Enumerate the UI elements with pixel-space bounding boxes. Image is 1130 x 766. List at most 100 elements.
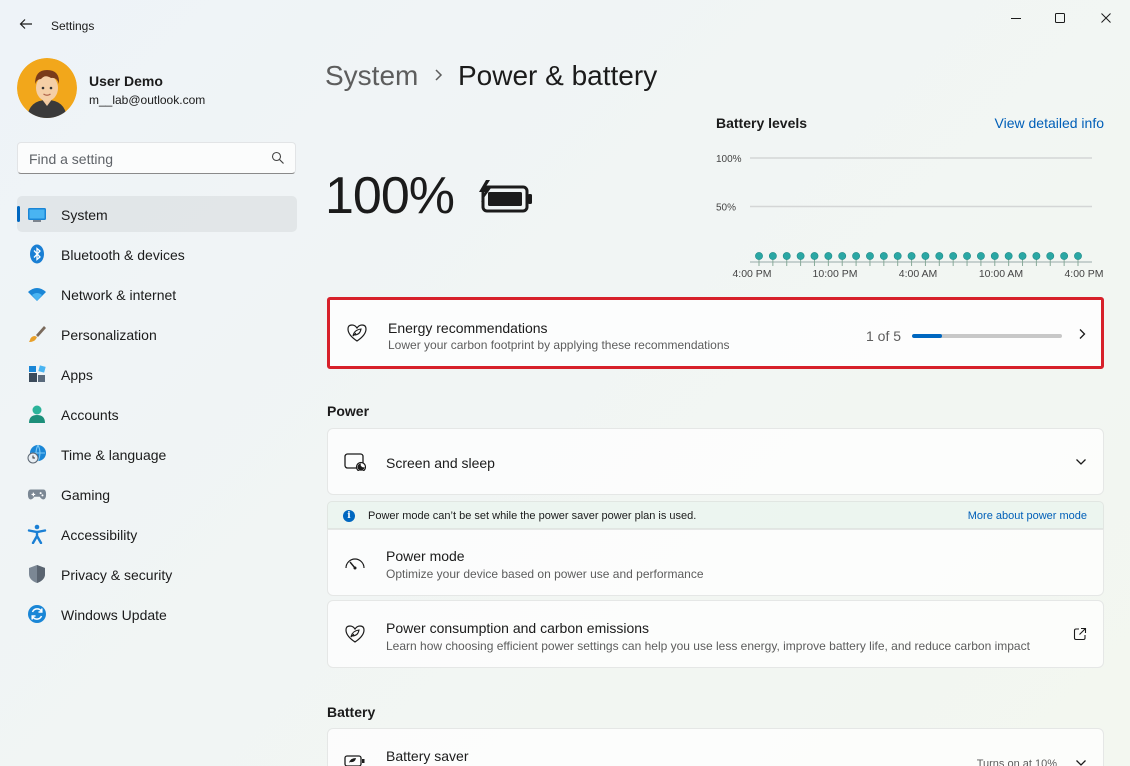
user-email: m__lab@outlook.com [89,93,206,107]
battery-level-point [1018,252,1027,260]
battery-level-point [893,252,902,260]
energy-recommendations-card[interactable]: Energy recommendations Lower your carbon… [327,297,1104,369]
sidebar-item-gaming[interactable]: Gaming [17,476,297,512]
title-bar: Settings [0,0,1130,50]
battery-level-point [1074,252,1082,260]
sidebar-item-time-language[interactable]: Time & language [17,436,297,472]
shield-icon [27,564,47,584]
sidebar-item-accessibility[interactable]: Accessibility [17,516,297,552]
more-about-power-mode-link[interactable]: More about power mode [968,510,1087,522]
maximize-button[interactable] [1040,4,1080,32]
view-detailed-info-link[interactable]: View detailed info [995,115,1104,131]
battery-level-point [782,252,791,260]
x-tick-label: 10:00 PM [813,268,858,280]
sidebar-item-label: Gaming [61,487,111,503]
sidebar-item-personalization[interactable]: Personalization [17,316,297,352]
battery-level-point [1046,252,1055,260]
x-tick-label: 4:00 AM [899,268,938,280]
monitor-icon [27,204,47,224]
battery-charging-icon [479,180,532,213]
battery-level-point [963,252,971,260]
sidebar-item-system[interactable]: System [17,196,297,232]
sidebar-item-label: Bluetooth & devices [61,247,185,263]
user-name: User Demo [89,73,163,89]
maximize-icon [1055,13,1065,23]
wifi-icon [27,284,47,304]
apps-icon [27,364,47,384]
back-arrow-icon [19,19,32,29]
x-tick-label: 10:00 AM [979,268,1023,280]
person-icon [27,404,47,424]
power-consumption-card[interactable]: Power consumption and carbon emissions L… [327,600,1104,668]
chart-title: Battery levels [716,115,808,131]
leaf-heart-icon [346,322,368,344]
chevron-down-icon [1076,760,1086,766]
battery-level-point [852,252,860,260]
battery-level-point [768,252,777,260]
leaf-heart-icon [344,623,366,645]
info-icon: i [343,510,355,522]
minimize-icon [1011,18,1021,19]
screen-sleep-card[interactable]: Screen and sleep [327,428,1104,495]
x-tick-label: 4:00 PM [1064,268,1103,280]
breadcrumb-root[interactable]: System [325,60,418,91]
page-title: Power & battery [458,60,658,91]
battery-level-point [755,252,763,260]
search-icon [271,151,284,164]
battery-saver-title: Battery saver [386,748,469,764]
back-button[interactable] [14,12,38,36]
sidebar-item-windows-update[interactable]: Windows Update [17,596,297,632]
energy-progress-text: 1 of 5 [866,328,902,344]
power-section-label: Power [327,403,370,419]
search-input[interactable]: Find a setting [17,142,296,174]
close-icon [1101,13,1111,23]
sidebar-item-label: Privacy & security [61,567,173,583]
sidebar-item-accounts[interactable]: Accounts [17,396,297,432]
battery-levels-chart: 100% 50% 4:00 PM 10:00 PM 4:00 AM 10:00 AM 4:0… [716,154,1104,280]
breadcrumb: System Power & battery [325,60,657,96]
screen-sleep-icon [344,451,366,473]
sidebar-item-label: Time & language [61,447,167,463]
sidebar-item-network[interactable]: Network & internet [17,276,297,312]
sidebar-item-label: Accounts [61,407,119,423]
battery-level-point [990,252,999,260]
power-consumption-title: Power consumption and carbon emissions [386,620,650,636]
update-icon [27,604,47,624]
search-placeholder: Find a setting [29,151,114,167]
sidebar-item-bluetooth[interactable]: Bluetooth & devices [17,236,297,272]
info-text: Power mode can’t be set while the power … [368,510,697,522]
battery-level-point [879,252,888,260]
battery-saver-icon [344,750,366,766]
user-profile[interactable]: User Demo m__lab@outlook.com [17,58,287,120]
minimize-button[interactable] [996,4,1036,32]
screen-sleep-title: Screen and sleep [386,455,495,471]
close-button[interactable] [1086,4,1126,32]
power-mode-subtitle: Optimize your device based on power use … [386,567,704,581]
globe-clock-icon [27,444,47,464]
battery-level-point [907,252,916,260]
battery-saver-card[interactable]: Battery saver Turns on at 10% [327,728,1104,766]
sidebar-item-label: Accessibility [61,527,138,543]
battery-level-point [949,252,958,260]
sidebar-item-apps[interactable]: Apps [17,356,297,392]
sidebar-item-label: System [61,207,108,223]
battery-section-label: Battery [327,704,376,720]
x-tick-label: 4:00 PM [732,268,771,280]
power-mode-card: Power mode Optimize your device based on… [327,529,1104,596]
battery-level-point [1032,252,1041,260]
sidebar-item-label: Windows Update [61,607,167,623]
sidebar-item-label: Network & internet [61,287,177,303]
sidebar-item-label: Personalization [61,327,157,343]
sidebar-item-privacy-security[interactable]: Privacy & security [17,556,297,592]
external-link-icon [1073,627,1087,641]
battery-level-point [1004,252,1013,260]
battery-level-point [977,252,985,260]
battery-level-point [796,252,805,260]
chevron-down-icon [1076,458,1086,465]
battery-level-point [866,252,874,260]
avatar [17,58,77,118]
bluetooth-icon [27,244,47,264]
chevron-right-icon [1079,329,1086,339]
chevron-right-icon [435,69,443,81]
battery-percentage: 100% [325,167,455,225]
